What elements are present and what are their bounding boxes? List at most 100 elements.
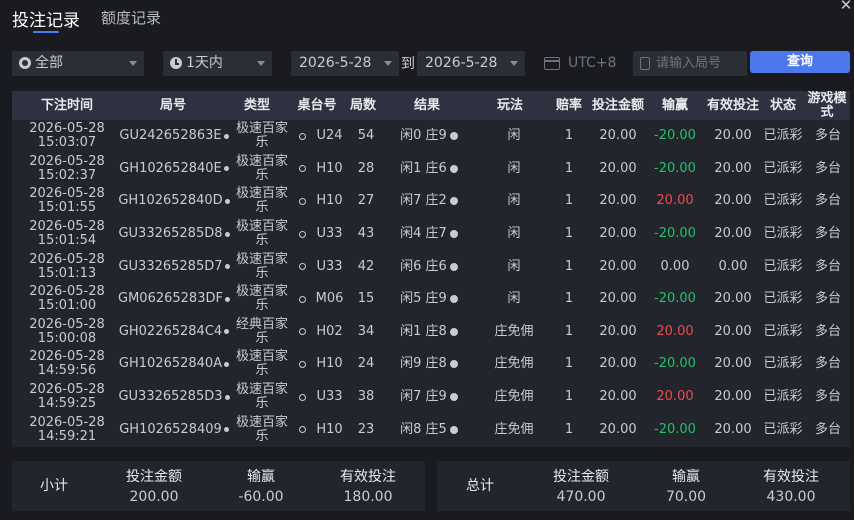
bet-time: 15:01:54 [37, 233, 97, 249]
cell-type: 极速百家乐 [230, 381, 294, 414]
round-id: GH102652840E [119, 160, 222, 176]
copy-icon[interactable] [224, 264, 230, 270]
cell-valid-bet: 20.00 [714, 323, 752, 339]
info-icon[interactable] [449, 425, 458, 434]
subtotal-panel: 小计 投注金额 200.00 输赢 -60.00 有效投注 180.00 [12, 461, 425, 511]
cell-type: 经典百家乐 [230, 316, 294, 349]
cell-game-mode: 多台 [814, 226, 841, 242]
info-icon[interactable] [449, 262, 458, 271]
cell-valid-bet: 20.00 [714, 356, 752, 372]
cell-round: GH02265284C4 [118, 316, 230, 349]
cell-status: 已派彩 [763, 356, 803, 372]
table-row: 2026-05-28 14:59:25 GU33265285D3 极速百家乐 U… [12, 381, 850, 414]
table-dot-icon [298, 295, 306, 303]
cell-win-loss: -20.00 [654, 160, 696, 176]
info-icon[interactable] [449, 360, 458, 369]
cell-type: 极速百家乐 [230, 185, 294, 218]
table-dot-icon [299, 328, 307, 336]
cell-odds: 1 [564, 291, 574, 307]
tab-bet-records[interactable]: 投注记录 [12, 6, 80, 31]
cell-type: 极速百家乐 [230, 120, 294, 153]
table-dot-icon [299, 263, 307, 271]
cell-type: 极速百家乐 [230, 413, 294, 446]
cell-table: U24 [294, 120, 348, 153]
cell-count: 38 [357, 389, 375, 405]
info-icon[interactable] [449, 327, 458, 336]
bet-records-table: 下注时间 局号 类型 桌台号 局数 结果 玩法 赔率 投注金额 输赢 有效投注 … [12, 91, 850, 447]
round-search-input[interactable] [656, 51, 744, 76]
round-id: GM06265283DF [118, 291, 223, 307]
cell-count: 42 [357, 258, 375, 274]
cell-odds: 1 [564, 323, 574, 339]
bet-time: 15:01:13 [37, 265, 97, 281]
period-select[interactable]: 1天内 [163, 51, 272, 76]
copy-icon[interactable] [224, 198, 230, 204]
cell-round: GU242652863E [118, 120, 230, 153]
copy-icon[interactable] [224, 361, 230, 367]
subtotal-bet-label: 投注金额 [126, 469, 182, 485]
bet-time: 15:02:37 [37, 167, 97, 183]
table-id: H02 [316, 323, 343, 339]
cell-win-loss: -20.00 [654, 226, 696, 242]
date-to-select[interactable]: 2026-5-28 [417, 51, 525, 76]
cell-count: 54 [357, 128, 375, 144]
total-win-label: 输赢 [672, 469, 700, 485]
copy-icon[interactable] [223, 166, 229, 172]
round-search-field[interactable] [633, 51, 747, 76]
cell-round: GM06265283DF [118, 283, 230, 316]
query-button[interactable]: 查询 [750, 51, 850, 73]
bet-time: 15:01:55 [37, 200, 97, 216]
cell-odds: 1 [564, 421, 574, 437]
copy-icon[interactable] [224, 329, 230, 335]
info-icon[interactable] [449, 295, 458, 304]
header-round: 局号 [159, 97, 186, 113]
header-table: 桌台号 [297, 97, 337, 113]
cell-count: 28 [357, 160, 375, 176]
game-type-select[interactable]: 全部 [12, 51, 144, 76]
cell-play: 闲 [507, 258, 521, 274]
cell-bet-time: 2026-05-28 15:03:07 [12, 120, 122, 153]
tab-credit-records[interactable]: 额度记录 [101, 7, 161, 28]
bet-date: 2026-05-28 [29, 153, 105, 169]
cell-table: H10 [294, 413, 348, 446]
cell-result: 闲5 庄9 [384, 283, 474, 316]
total-valid: 有效投注 430.00 [741, 468, 841, 507]
result-text: 闲9 庄8 [400, 356, 447, 372]
result-text: 闲1 庄6 [400, 160, 447, 176]
cell-play: 庄免佣 [494, 323, 534, 339]
date-from-select[interactable]: 2026-5-28 [291, 51, 399, 76]
copy-icon[interactable] [224, 231, 230, 237]
bet-date: 2026-05-28 [29, 414, 105, 430]
cell-round: GH102652840E [118, 153, 230, 186]
cell-count: 23 [357, 421, 375, 437]
info-icon[interactable] [449, 197, 458, 206]
info-icon[interactable] [449, 164, 458, 173]
copy-icon[interactable] [223, 133, 229, 139]
cell-table: U33 [294, 381, 348, 414]
header-result: 结果 [413, 97, 440, 113]
table-dot-icon [299, 165, 307, 173]
copy-icon[interactable] [223, 427, 229, 433]
result-text: 闲7 庄9 [400, 389, 447, 405]
copy-icon[interactable] [224, 394, 230, 400]
cell-game-mode: 多台 [814, 356, 841, 372]
total-bet-label: 投注金额 [553, 469, 609, 485]
table-row: 2026-05-28 15:01:54 GU33265285D8 极速百家乐 U… [12, 218, 850, 251]
cell-odds: 1 [564, 160, 574, 176]
table-id: U33 [316, 258, 343, 274]
info-icon[interactable] [449, 393, 458, 402]
cell-count: 15 [357, 291, 375, 307]
info-icon[interactable] [449, 230, 458, 239]
round-id: GH102652840A [118, 356, 223, 372]
bet-date: 2026-05-28 [29, 186, 105, 202]
cell-round: GH102652840D [118, 185, 230, 218]
round-id: GU33265285D7 [118, 258, 223, 274]
info-icon[interactable] [449, 132, 458, 141]
active-tab-indicator [33, 31, 59, 33]
cell-win-loss: 0.00 [660, 258, 690, 274]
result-text: 闲5 庄9 [400, 291, 447, 307]
table-id: U24 [316, 128, 343, 144]
cell-odds: 1 [564, 356, 574, 372]
close-icon[interactable]: ✕ [838, 0, 854, 13]
cell-game-mode: 多台 [814, 258, 841, 274]
